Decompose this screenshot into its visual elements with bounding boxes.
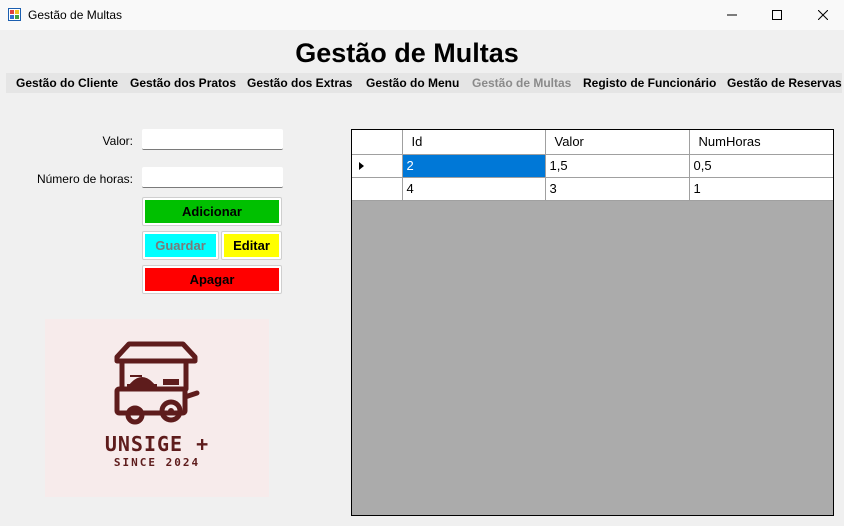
- column-header-numhoras[interactable]: NumHoras: [689, 130, 833, 155]
- menu-item-gestao-cliente[interactable]: Gestão do Cliente: [16, 73, 118, 93]
- column-header-id[interactable]: Id: [402, 130, 546, 155]
- maximize-button[interactable]: [754, 0, 800, 30]
- grid-header-row: Id Valor NumHoras: [352, 130, 833, 155]
- app-icon: [8, 8, 21, 21]
- menu-bar: Gestão do Cliente Gestão dos Pratos Gest…: [6, 73, 842, 93]
- window-title: Gestão de Multas: [28, 8, 123, 22]
- horas-input[interactable]: [142, 167, 283, 188]
- close-button[interactable]: [800, 0, 844, 30]
- maximize-icon: [772, 10, 782, 20]
- multas-grid[interactable]: Id Valor NumHoras 2 1,5 0,5 4 3 1: [351, 129, 834, 516]
- grid-cell-valor[interactable]: 1,5: [545, 154, 690, 178]
- grid-table: Id Valor NumHoras 2 1,5 0,5 4 3 1: [352, 130, 833, 201]
- grid-cell-id[interactable]: 2: [402, 154, 546, 178]
- grid-cell-numhoras[interactable]: 0,5: [689, 154, 833, 178]
- guardar-button[interactable]: Guardar: [142, 231, 219, 260]
- grid-cell-valor[interactable]: 3: [545, 177, 690, 201]
- apagar-button[interactable]: Apagar: [142, 265, 282, 294]
- close-icon: [818, 10, 828, 20]
- title-bar: Gestão de Multas: [0, 0, 844, 30]
- logo-subtext: SINCE 2024: [113, 456, 201, 469]
- row-header[interactable]: [352, 154, 403, 178]
- editar-button[interactable]: Editar: [221, 231, 282, 260]
- menu-item-registo-funcionario[interactable]: Registo de Funcionário: [583, 73, 716, 93]
- food-cart-icon: [114, 341, 200, 425]
- menu-item-gestao-multas: Gestão de Multas: [472, 76, 572, 90]
- form-area: Gestão de Multas Gestão do Cliente Gestã…: [0, 30, 844, 526]
- editar-button-label: Editar: [233, 238, 270, 253]
- column-header-valor[interactable]: Valor: [545, 130, 690, 155]
- page-title: Gestão de Multas: [295, 38, 519, 68]
- guardar-button-label: Guardar: [155, 238, 206, 253]
- menu-item-gestao-reservas[interactable]: Gestão de Reservas: [727, 73, 842, 93]
- valor-label: Valor:: [102, 134, 133, 148]
- horas-label: Número de horas:: [36, 172, 133, 186]
- menu-item-gestao-pratos[interactable]: Gestão dos Pratos: [130, 73, 236, 93]
- valor-input[interactable]: [142, 129, 283, 150]
- logo: UNSIGE + SINCE 2024: [45, 319, 269, 497]
- grid-cell-numhoras[interactable]: 1: [689, 177, 833, 201]
- apagar-button-label: Apagar: [189, 272, 235, 287]
- grid-corner: [352, 130, 403, 155]
- minimize-icon: [727, 14, 737, 16]
- current-row-arrow-icon: [359, 161, 364, 170]
- minimize-button[interactable]: [709, 0, 755, 30]
- menu-item-gestao-menu[interactable]: Gestão do Menu: [366, 73, 459, 93]
- grid-cell-id[interactable]: 4: [402, 177, 546, 201]
- menu-item-gestao-extras[interactable]: Gestão dos Extras: [247, 73, 352, 93]
- adicionar-button-label: Adicionar: [182, 204, 242, 219]
- logo-text: UNSIGE +: [104, 432, 210, 456]
- table-row[interactable]: 4 3 1: [352, 177, 833, 201]
- table-row[interactable]: 2 1,5 0,5: [352, 154, 833, 178]
- row-header[interactable]: [352, 177, 403, 201]
- adicionar-button[interactable]: Adicionar: [142, 197, 282, 226]
